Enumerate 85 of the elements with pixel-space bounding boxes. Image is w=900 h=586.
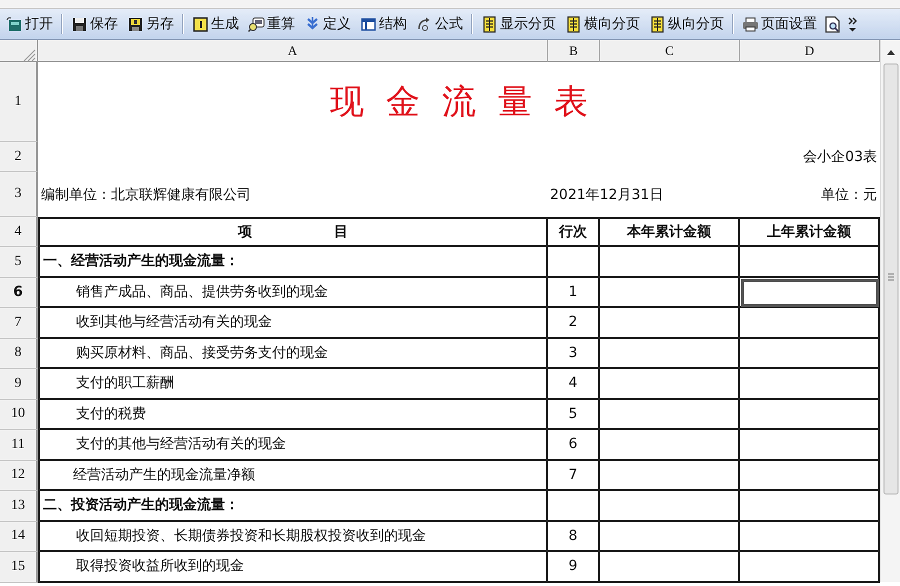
column-heading[interactable]: 行次 (548, 217, 600, 247)
row-header[interactable]: 15 (0, 552, 38, 582)
toolbar-button[interactable]: 保存 (67, 11, 122, 37)
table-cell[interactable] (600, 522, 740, 552)
table-cell[interactable] (600, 491, 740, 522)
toolbar-button[interactable]: 横向分页 (561, 11, 644, 37)
row-header[interactable]: 8 (0, 338, 38, 369)
toolbar-button[interactable]: 结构 (356, 11, 411, 37)
column-header[interactable]: D (740, 40, 880, 62)
table-cell[interactable]: 8 (548, 522, 600, 552)
report-title: 现 金 流 量 表 (328, 83, 590, 123)
toolbar-button[interactable]: 生成 (188, 11, 243, 37)
table-cell[interactable] (740, 278, 880, 308)
table-cell[interactable]: 5 (548, 400, 600, 430)
table-cell[interactable]: 4 (548, 369, 600, 400)
table-cell[interactable]: 购买原材料、商品、接受劳务支付的现金 (38, 338, 548, 369)
table-cell[interactable]: 一、经营活动产生的现金流量： (38, 247, 548, 278)
toolbar-button[interactable]: 页面设置 (738, 11, 821, 37)
table-cell[interactable]: 6 (548, 430, 600, 460)
row-header[interactable]: 11 (0, 430, 38, 460)
table-cell[interactable]: 2 (548, 308, 600, 338)
column-heading[interactable]: 项 目 (38, 217, 548, 247)
table-cell[interactable] (600, 308, 740, 338)
table-cell[interactable]: 9 (548, 552, 600, 582)
table-cell[interactable]: 7 (548, 460, 600, 491)
row-header[interactable]: 3 (0, 172, 38, 217)
column-heading[interactable]: 上年累计金额 (740, 217, 880, 247)
table-cell[interactable] (600, 460, 740, 491)
row-header[interactable]: 4 (0, 217, 38, 247)
column-heading[interactable]: 本年累计金额 (600, 217, 740, 247)
row-header[interactable]: 1 (0, 62, 38, 142)
table-cell[interactable]: 销售产成品、商品、提供劳务收到的现金 (38, 278, 548, 308)
form-code: 会小企03表 (802, 148, 878, 167)
magnifier-icon (248, 16, 265, 32)
table-cell[interactable] (548, 491, 600, 522)
report-date: 2021年12月31日 (550, 186, 664, 204)
toolbar-button[interactable]: 打开 (2, 11, 57, 37)
table-cell[interactable] (600, 430, 740, 460)
table-cell[interactable]: 经营活动产生的现金流量净额 (38, 460, 548, 491)
row-header[interactable]: 7 (0, 308, 38, 338)
column-header[interactable]: C (600, 40, 740, 62)
square-icon (192, 16, 209, 32)
table-cell[interactable]: 支付的职工薪酬 (38, 369, 548, 400)
preview-icon (824, 16, 841, 32)
table-cell[interactable] (600, 338, 740, 369)
printer-icon (742, 16, 759, 32)
toolbar-button[interactable]: 公式 (412, 11, 467, 37)
page-icon (565, 16, 582, 32)
row-header[interactable]: 9 (0, 369, 38, 400)
table-cell[interactable]: 取得投资收益所收到的现金 (38, 552, 548, 582)
diagonal-lines-icon (22, 48, 36, 62)
table-cell[interactable] (600, 369, 740, 400)
table-cell[interactable]: 支付的其他与经营活动有关的现金 (38, 430, 548, 460)
table-cell[interactable]: 支付的税费 (38, 400, 548, 430)
table-cell[interactable]: 1 (548, 278, 600, 308)
company-label: 编制单位：北京联辉健康有限公司 (41, 186, 251, 204)
table-cell[interactable] (600, 552, 740, 582)
row-header[interactable]: 5 (0, 247, 38, 278)
row-header[interactable]: 6 (0, 278, 38, 308)
row-header[interactable]: 14 (0, 522, 38, 552)
column-header[interactable]: A (38, 40, 548, 62)
table-cell[interactable] (600, 400, 740, 430)
toolbar-button[interactable]: 纵向分页 (645, 11, 728, 37)
toolbar-button[interactable]: 另存 (123, 11, 178, 37)
page-icon (481, 16, 498, 32)
row-header[interactable]: 13 (0, 491, 38, 522)
table-cell[interactable] (600, 247, 740, 278)
unit-label: 单位：元 (821, 186, 877, 204)
window-icon (360, 16, 377, 32)
column-header[interactable]: B (548, 40, 600, 62)
toolbar-button[interactable]: 定义 (300, 11, 355, 37)
table-cell[interactable] (600, 278, 740, 308)
toolbar-button[interactable]: 重算 (244, 11, 299, 37)
table-cell[interactable]: 二、投资活动产生的现金流量： (38, 491, 548, 522)
page-icon (649, 16, 666, 32)
table-cell[interactable] (548, 247, 600, 278)
table-cell[interactable]: 3 (548, 338, 600, 369)
table-cell[interactable]: 收到其他与经营活动有关的现金 (38, 308, 548, 338)
vertical-scrollbar[interactable] (880, 40, 900, 582)
card-icon (6, 16, 23, 32)
row-header[interactable]: 2 (0, 142, 38, 172)
row-header[interactable]: 10 (0, 400, 38, 430)
table-cell[interactable]: 收回短期投资、长期债券投资和长期股权投资收到的现金 (38, 522, 548, 552)
row-header[interactable]: 12 (0, 460, 38, 491)
toolbar-button[interactable]: 显示分页 (477, 11, 560, 37)
